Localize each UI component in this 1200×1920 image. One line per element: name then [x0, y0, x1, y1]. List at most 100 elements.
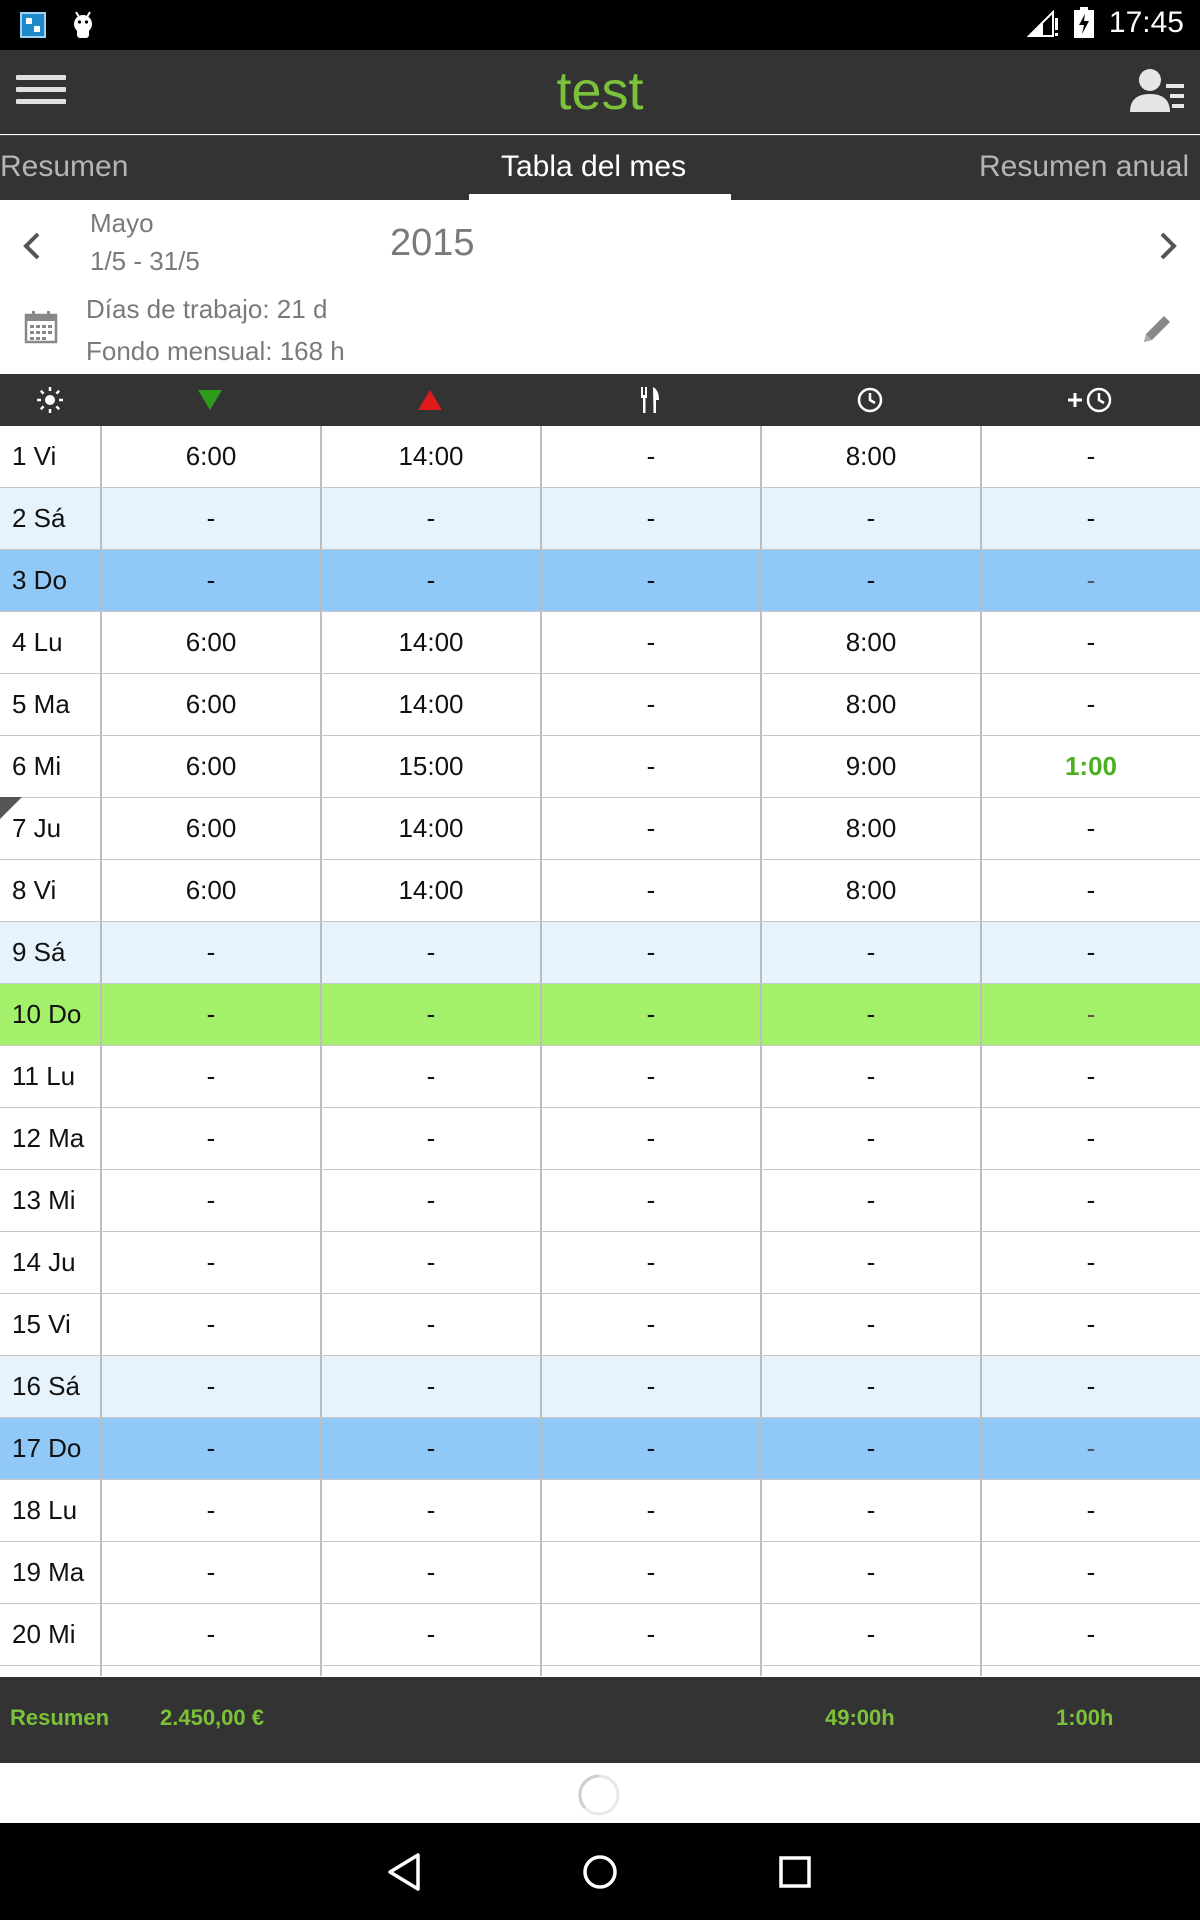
total-hours-cell: -: [760, 1480, 980, 1541]
column-header-day: [0, 374, 100, 426]
table-row[interactable]: 6 Mi 6:00 15:00-9:00 1:00: [0, 736, 1200, 798]
end-time-cell: -: [320, 550, 540, 611]
total-hours-cell: 8:00: [760, 426, 980, 487]
column-header-end: [320, 374, 540, 426]
table-row[interactable]: 16 Sá - - - - -: [0, 1356, 1200, 1418]
extra-hours-cell: -: [980, 1480, 1200, 1541]
extra-hours-cell: -: [980, 1232, 1200, 1293]
start-time-cell: 6:00: [100, 674, 320, 735]
clock-icon: [857, 387, 883, 413]
total-hours-cell: -: [760, 922, 980, 983]
extra-hours-cell: -: [980, 798, 1200, 859]
tab-resumen-anual[interactable]: Resumen anual: [979, 150, 1189, 184]
table-row[interactable]: 5 Ma 6:00 14:00-8:00-: [0, 674, 1200, 736]
table-row[interactable]: 1 Vi 6:00 14:00-8:00-: [0, 426, 1200, 488]
table-row[interactable]: 8 Vi 6:00 14:00-8:00-: [0, 860, 1200, 922]
break-cell: -: [540, 922, 760, 983]
day-cell: 17 Do: [12, 1433, 82, 1463]
tab-bar: Resumen Tabla del mes Resumen anual: [0, 135, 1200, 200]
end-time-cell: -: [320, 488, 540, 549]
break-cell: -: [540, 1480, 760, 1541]
loading-spinner-icon: [578, 1774, 620, 1816]
extra-hours-cell: -: [980, 1604, 1200, 1665]
total-hours-cell: 8:00: [760, 674, 980, 735]
profile-button[interactable]: [1128, 66, 1186, 118]
start-time-cell: -: [100, 1418, 320, 1479]
extra-hours-cell: -: [980, 488, 1200, 549]
summary-extra-hours: 1:00h: [1056, 1705, 1114, 1730]
tab-resumen[interactable]: Resumen: [0, 150, 128, 184]
total-hours-cell: 8:00: [760, 798, 980, 859]
day-cell: 18 Lu: [12, 1495, 78, 1525]
table-row[interactable]: 17 Do - - - - -: [0, 1418, 1200, 1480]
start-time-cell: -: [100, 488, 320, 549]
user-list-icon: [1130, 69, 1184, 112]
table-row[interactable]: 3 Do - - - - -: [0, 550, 1200, 612]
extra-hours-cell: -: [980, 1294, 1200, 1355]
extra-hours-cell: -: [980, 1170, 1200, 1231]
table-row[interactable]: 20 Mi - - - - -: [0, 1604, 1200, 1666]
table-row[interactable]: 2 Sá - - - - -: [0, 488, 1200, 550]
arrow-up-red-icon: [418, 390, 442, 410]
recents-icon[interactable]: [770, 1847, 820, 1897]
table-row[interactable]: 21 Ju-----: [0, 1666, 1200, 1676]
pencil-icon[interactable]: [1140, 312, 1174, 346]
day-cell: 16 Sá: [12, 1371, 80, 1401]
work-days-label: Días de trabajo:: [86, 294, 270, 324]
day-cell: 3 Do: [12, 565, 67, 595]
end-time-cell: 14:00: [320, 612, 540, 673]
table-row[interactable]: 18 Lu - - - - -: [0, 1480, 1200, 1542]
table-row[interactable]: 19 Ma - - - - -: [0, 1542, 1200, 1604]
day-cell: 12 Ma: [12, 1123, 85, 1153]
loading-area: [0, 1763, 1200, 1823]
table-row[interactable]: 14 Ju - - - - -: [0, 1232, 1200, 1294]
table-row[interactable]: 9 Sá - - - - -: [0, 922, 1200, 984]
app-title: test: [556, 61, 644, 121]
end-time-cell: -: [320, 1170, 540, 1231]
table-row[interactable]: 12 Ma - - - - -: [0, 1108, 1200, 1170]
extra-hours-cell: -: [980, 984, 1200, 1045]
chevron-right-icon[interactable]: [1152, 226, 1182, 266]
break-cell: -: [540, 1170, 760, 1231]
table-row[interactable]: 11 Lu - - - - -: [0, 1046, 1200, 1108]
end-time-cell: -: [320, 1542, 540, 1603]
start-time-cell: -: [100, 1666, 320, 1676]
home-icon[interactable]: [575, 1847, 625, 1897]
end-time-cell: -: [320, 1604, 540, 1665]
start-time-cell: -: [100, 984, 320, 1045]
month-name: Mayo: [90, 208, 154, 238]
tab-tabla-del-mes[interactable]: Tabla del mes: [501, 150, 686, 184]
extra-hours-cell: -: [980, 1542, 1200, 1603]
work-days-value: 21 d: [276, 294, 328, 324]
extra-hours-cell: -: [980, 612, 1200, 673]
break-cell: -: [540, 860, 760, 921]
plus-clock-icon: [1068, 387, 1112, 413]
total-hours-cell: -: [760, 984, 980, 1045]
end-time-cell: -: [320, 1356, 540, 1417]
start-time-cell: -: [100, 1232, 320, 1293]
table-row[interactable]: 7 Ju 6:00 14:00-8:00-: [0, 797, 1200, 860]
back-icon[interactable]: [380, 1847, 430, 1897]
break-cell: -: [540, 1108, 760, 1169]
arrow-down-green-icon: [198, 390, 222, 410]
clock-time: 17:45: [1108, 6, 1184, 39]
chevron-left-icon[interactable]: [18, 226, 48, 266]
table-row[interactable]: 13 Mi - - - - -: [0, 1170, 1200, 1232]
end-time-cell: -: [320, 1294, 540, 1355]
end-time-cell: 14:00: [320, 860, 540, 921]
end-time-cell: -: [320, 1666, 540, 1676]
start-time-cell: -: [100, 550, 320, 611]
year: 2015: [390, 222, 475, 264]
table-row[interactable]: 4 Lu 6:00 14:00-8:00-: [0, 612, 1200, 674]
end-time-cell: 14:00: [320, 674, 540, 735]
start-time-cell: -: [100, 1480, 320, 1541]
day-cell: 8 Vi: [12, 875, 57, 905]
end-time-cell: -: [320, 1232, 540, 1293]
start-time-cell: -: [100, 922, 320, 983]
start-time-cell: -: [100, 1604, 320, 1665]
day-cell: 7 Ju: [0, 797, 100, 859]
end-time-cell: -: [320, 1418, 540, 1479]
table-row[interactable]: 15 Vi - - - - -: [0, 1294, 1200, 1356]
start-time-cell: 6:00: [100, 798, 320, 859]
table-row[interactable]: 10 Do - - - - -: [0, 984, 1200, 1046]
